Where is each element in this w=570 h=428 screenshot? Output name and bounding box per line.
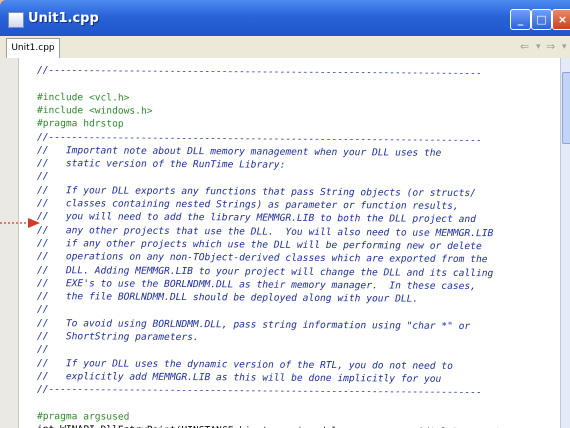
maximize-button[interactable]: □: [531, 9, 552, 30]
editor-window: Unit1.cpp _ □ × Unit1.cpp ⇐ ▾ ⇒ ▾ //----…: [0, 0, 570, 428]
window-title: Unit1.cpp: [28, 11, 99, 26]
cpp-file-icon: [8, 12, 24, 28]
back-dropdown-icon[interactable]: ▾: [536, 42, 541, 52]
forward-dropdown-icon[interactable]: ▾: [562, 42, 567, 52]
minimize-button[interactable]: _: [510, 9, 531, 30]
title-bar[interactable]: Unit1.cpp _ □ ×: [0, 0, 570, 36]
code-editor[interactable]: //--------------------------------------…: [19, 58, 560, 428]
tab-strip: Unit1.cpp ⇐ ▾ ⇒ ▾: [0, 36, 570, 59]
close-button[interactable]: ×: [552, 9, 570, 30]
back-arrow-icon[interactable]: ⇐: [520, 40, 529, 53]
forward-arrow-icon[interactable]: ⇒: [546, 40, 555, 53]
tab-unit1-cpp[interactable]: Unit1.cpp: [6, 38, 60, 58]
annotation-arrow: [0, 218, 40, 228]
scrollbar-thumb[interactable]: [562, 72, 570, 144]
vertical-scrollbar[interactable]: [560, 58, 570, 428]
editor-gutter[interactable]: [0, 58, 19, 428]
